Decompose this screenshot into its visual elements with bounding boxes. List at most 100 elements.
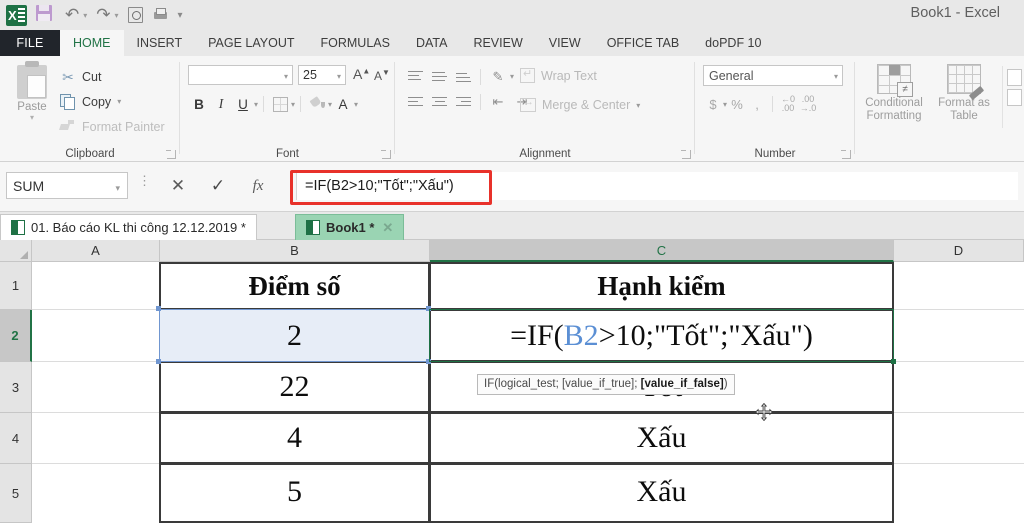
align-left-button[interactable] <box>403 91 427 113</box>
row-header-3[interactable]: 3 <box>0 362 32 413</box>
select-all-button[interactable] <box>0 240 32 262</box>
italic-button[interactable]: I <box>210 93 232 115</box>
cell-c4[interactable]: Xấu <box>430 413 893 463</box>
tab-office-tab[interactable]: OFFICE TAB <box>594 30 692 56</box>
grid-area[interactable]: Điểm số Hạnh kiểm 2 =IF(B2 >10;"Tốt";"Xấu… <box>32 262 1024 523</box>
redo-dropdown-icon[interactable]: ▾ <box>115 11 119 20</box>
underline-button[interactable]: U <box>232 93 254 115</box>
conditional-formatting-label-1: Conditional <box>865 97 923 109</box>
close-icon[interactable]: ✕ <box>382 220 393 236</box>
column-header-b[interactable]: B <box>160 240 430 262</box>
tab-insert[interactable]: INSERT <box>124 30 196 56</box>
name-box-dropdown-icon[interactable]: ▾ <box>115 183 120 194</box>
name-box[interactable]: SUM ▾ <box>6 172 128 199</box>
percent-style-button[interactable]: % <box>727 93 747 115</box>
orientation-icon[interactable]: ✎ <box>486 66 510 88</box>
underline-dropdown-icon[interactable]: ▾ <box>254 100 258 109</box>
format-as-table-button[interactable]: Format as Table <box>931 62 997 123</box>
paste-dropdown-icon[interactable]: ▾ <box>6 113 58 122</box>
font-size-input[interactable]: 25 ▾ <box>298 65 346 85</box>
cancel-formula-button[interactable]: ✕ <box>166 174 190 198</box>
clipboard-dialog-launcher[interactable] <box>166 150 176 159</box>
align-top-button[interactable] <box>403 66 427 88</box>
bold-button[interactable]: B <box>188 93 210 115</box>
fill-color-button[interactable] <box>306 93 328 115</box>
cell-styles-button[interactable] <box>1002 66 1024 128</box>
document-tab-bao-cao[interactable]: 01. Báo cáo KL thi công 12.12.2019 * <box>0 214 257 240</box>
redo-icon[interactable]: ↷ <box>96 5 110 25</box>
decrease-indent-button[interactable]: ⇤ <box>486 91 510 113</box>
column-header-c[interactable]: C <box>430 240 894 262</box>
format-as-table-icon <box>947 64 981 94</box>
cell-b5[interactable]: 5 <box>160 464 429 520</box>
tab-home[interactable]: HOME <box>60 30 124 56</box>
align-bottom-button[interactable] <box>451 66 475 88</box>
tab-formulas[interactable]: FORMULAS <box>308 30 403 56</box>
shrink-font-button[interactable]: A▼ <box>374 68 390 83</box>
cut-button[interactable]: ✂ Cut <box>60 66 101 87</box>
decrease-decimal-button[interactable]: .00 →.0 <box>798 93 818 115</box>
align-right-button[interactable] <box>451 91 475 113</box>
undo-dropdown-icon[interactable]: ▾ <box>83 11 87 20</box>
formula-bar-grip[interactable]: ⋮ <box>138 174 151 187</box>
column-header-d[interactable]: D <box>894 240 1024 262</box>
save-icon[interactable] <box>36 5 56 25</box>
copy-dropdown-icon[interactable]: ▾ <box>117 97 121 106</box>
tab-file[interactable]: FILE <box>0 30 60 56</box>
print-preview-icon[interactable] <box>127 7 143 23</box>
font-color-button[interactable]: A <box>332 93 354 115</box>
row-header-4[interactable]: 4 <box>0 413 32 464</box>
formula-bar: SUM ▾ ⋮ ✕ ✓ fx =IF(B2>10;"Tốt";"Xấu") <box>0 162 1024 212</box>
row-header-1[interactable]: 1 <box>0 262 32 310</box>
number-format-select[interactable]: General ▾ <box>703 65 843 86</box>
font-size-dropdown-icon[interactable]: ▾ <box>337 72 341 81</box>
row-header-5[interactable]: 5 <box>0 464 32 523</box>
format-painter-button[interactable]: Format Painter <box>60 116 165 137</box>
merge-center-button[interactable]: Merge & Center ▾ <box>520 96 640 112</box>
tab-page-layout[interactable]: PAGE LAYOUT <box>195 30 307 56</box>
merge-dropdown-icon[interactable]: ▾ <box>636 101 640 110</box>
orientation-dropdown-icon[interactable]: ▾ <box>510 72 514 81</box>
grow-font-button[interactable]: A▲ <box>353 66 370 82</box>
font-name-dropdown-icon[interactable]: ▾ <box>284 72 288 81</box>
tab-data[interactable]: DATA <box>403 30 460 56</box>
customize-qat-icon[interactable]: ▾ <box>178 10 183 21</box>
wrap-text-button[interactable]: Wrap Text <box>520 67 597 83</box>
accounting-format-button[interactable]: $ <box>703 93 723 115</box>
row-header-2[interactable]: 2 <box>0 310 32 362</box>
printer-icon[interactable] <box>152 7 169 23</box>
borders-button[interactable] <box>269 93 291 115</box>
number-format-dropdown-icon[interactable]: ▾ <box>834 72 838 81</box>
tab-view[interactable]: VIEW <box>536 30 594 56</box>
cell-b1[interactable]: Điểm số <box>160 263 429 309</box>
number-dialog-launcher[interactable] <box>841 150 851 159</box>
align-center-button[interactable] <box>427 91 451 113</box>
font-color-dropdown-icon[interactable]: ▾ <box>354 100 358 109</box>
paste-button[interactable]: Paste ▾ <box>6 61 58 134</box>
column-header-a[interactable]: A <box>32 240 160 262</box>
font-dialog-launcher[interactable] <box>381 150 391 159</box>
comma-style-button[interactable]: , <box>747 93 767 115</box>
enter-formula-button[interactable]: ✓ <box>206 174 230 198</box>
copy-button[interactable]: Copy ▾ <box>60 91 121 112</box>
formula-prefix: =IF( <box>510 318 564 352</box>
borders-dropdown-icon[interactable]: ▾ <box>291 100 295 109</box>
font-name-input[interactable]: ▾ <box>188 65 293 85</box>
alignment-dialog-launcher[interactable] <box>681 150 691 159</box>
tab-review[interactable]: REVIEW <box>460 30 535 56</box>
scissors-icon: ✂ <box>62 68 74 85</box>
formula-input[interactable]: =IF(B2>10;"Tốt";"Xấu") <box>296 172 1018 200</box>
undo-icon[interactable]: ↶ <box>65 5 79 25</box>
increase-decimal-button[interactable]: ←0.00 <box>778 93 798 115</box>
conditional-formatting-button[interactable]: Conditional Formatting <box>861 62 927 123</box>
cell-c5[interactable]: Xấu <box>430 464 893 520</box>
align-middle-button[interactable] <box>427 66 451 88</box>
tab-dopdf[interactable]: doPDF 10 <box>692 30 774 56</box>
cell-c2-editor[interactable]: =IF(B2 >10;"Tốt";"Xấu") <box>430 310 893 361</box>
document-tab-book1[interactable]: Book1 * ✕ <box>295 214 405 240</box>
cell-b2[interactable]: 2 <box>160 310 429 361</box>
cell-b4[interactable]: 4 <box>160 413 429 463</box>
cell-b3[interactable]: 22 <box>160 362 429 412</box>
cell-c1[interactable]: Hạnh kiểm <box>430 263 893 309</box>
insert-function-button[interactable]: fx <box>246 174 270 198</box>
